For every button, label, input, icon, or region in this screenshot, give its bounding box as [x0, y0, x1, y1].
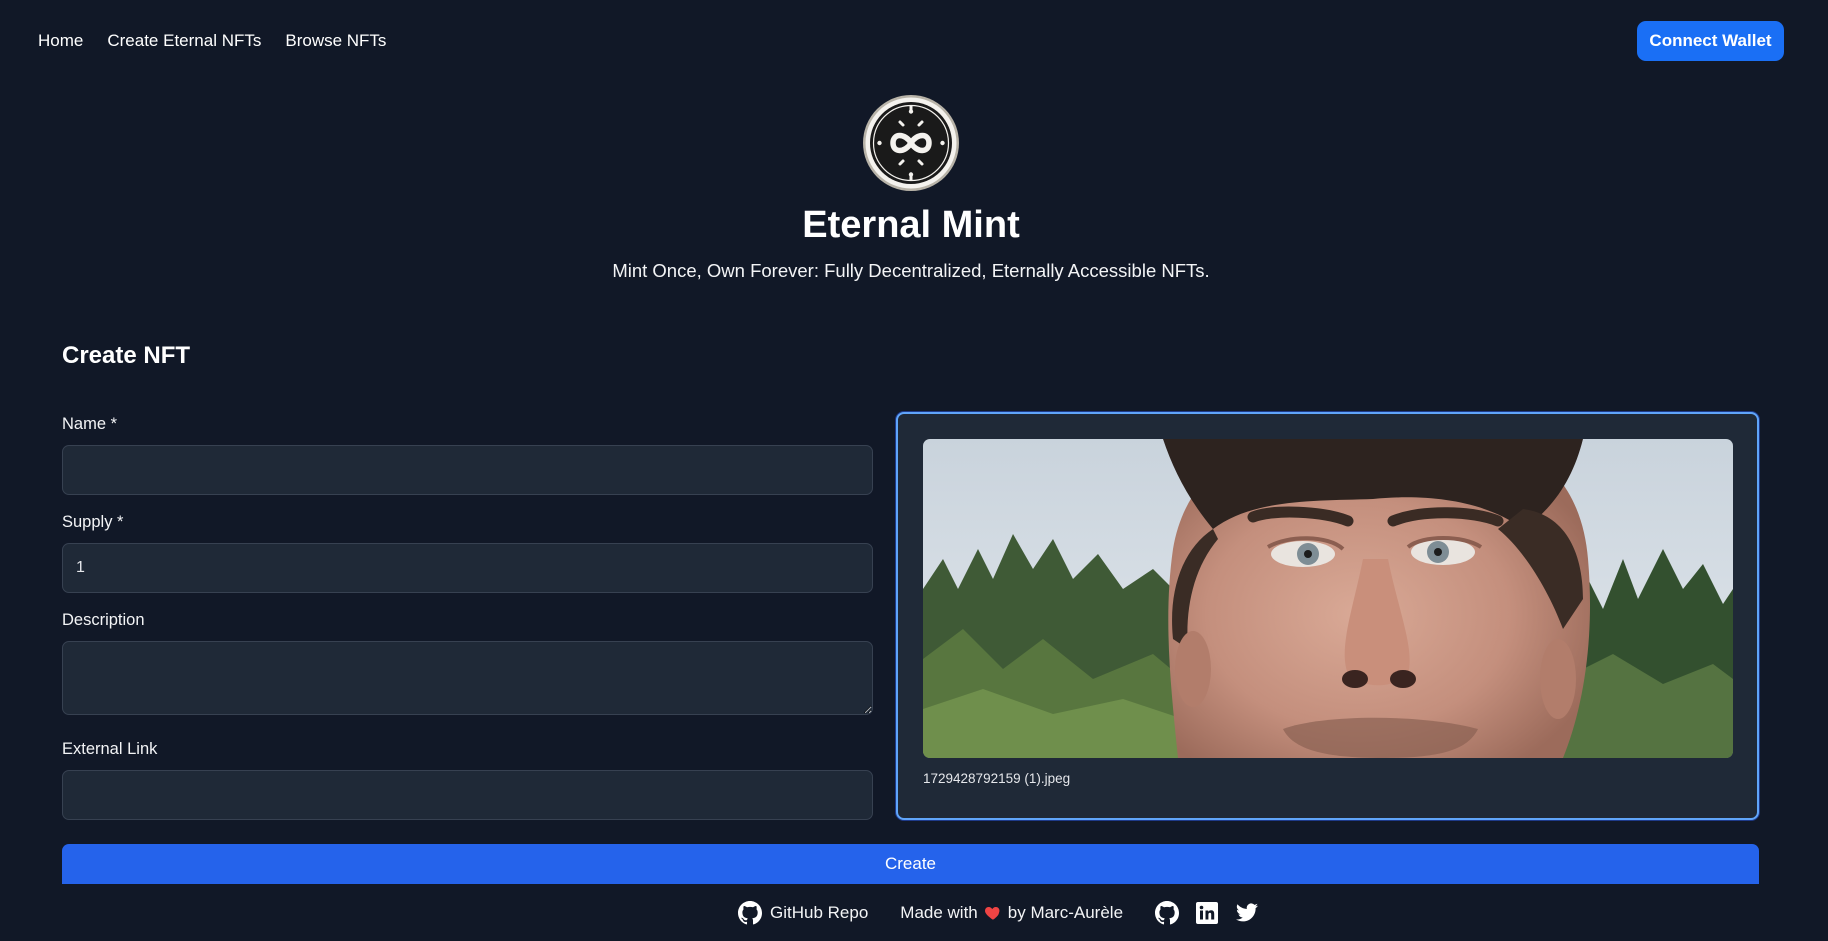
heart-icon [984, 904, 1002, 922]
linkedin-icon [1195, 901, 1219, 925]
github-profile-link[interactable] [1155, 901, 1180, 925]
supply-input[interactable] [62, 543, 873, 593]
twitter-link[interactable] [1235, 901, 1259, 925]
made-with-prefix: Made with [900, 903, 978, 922]
footer-row: GitHub Repo Made with by Marc-Aurèle [738, 901, 1259, 925]
name-input[interactable] [62, 445, 873, 495]
connect-wallet-button[interactable]: Connect Wallet [1637, 21, 1784, 61]
twitter-icon [1235, 901, 1259, 925]
github-repo-link[interactable]: GitHub Repo [738, 901, 868, 925]
supply-label: Supply * [62, 513, 124, 531]
description-textarea[interactable] [62, 641, 873, 715]
github-icon [738, 901, 763, 925]
name-label: Name * [62, 415, 118, 433]
linkedin-link[interactable] [1195, 901, 1219, 925]
made-with-suffix: by Marc-Aurèle [1007, 903, 1124, 922]
nav-link-browse[interactable]: Browse NFTs [285, 31, 386, 51]
external-link-input[interactable] [62, 770, 873, 820]
external-link-label: External Link [62, 740, 158, 758]
create-button[interactable]: Create [62, 844, 1759, 884]
image-upload-dropzone[interactable]: 1729428792159 (1).jpeg [896, 412, 1759, 820]
nav-link-create[interactable]: Create Eternal NFTs [107, 31, 261, 51]
nav-links: Home Create Eternal NFTs Browse NFTs [38, 31, 386, 51]
github-icon [1155, 901, 1180, 925]
top-nav: Home Create Eternal NFTs Browse NFTs Con… [0, 0, 1828, 82]
form-title: Create NFT [62, 342, 191, 369]
app-tagline: Mint Once, Own Forever: Fully Decentrali… [612, 260, 1210, 281]
nav-link-home[interactable]: Home [38, 31, 83, 51]
infinity-coin-icon [862, 94, 960, 192]
app-title: Eternal Mint [802, 204, 1020, 246]
uploaded-filename: 1729428792159 (1).jpeg [923, 771, 1071, 786]
github-repo-label: GitHub Repo [770, 903, 869, 922]
description-label: Description [62, 611, 145, 629]
uploaded-photo-preview [923, 439, 1733, 758]
footer: GitHub Repo Made with by Marc-Aurèle [0, 884, 1828, 941]
